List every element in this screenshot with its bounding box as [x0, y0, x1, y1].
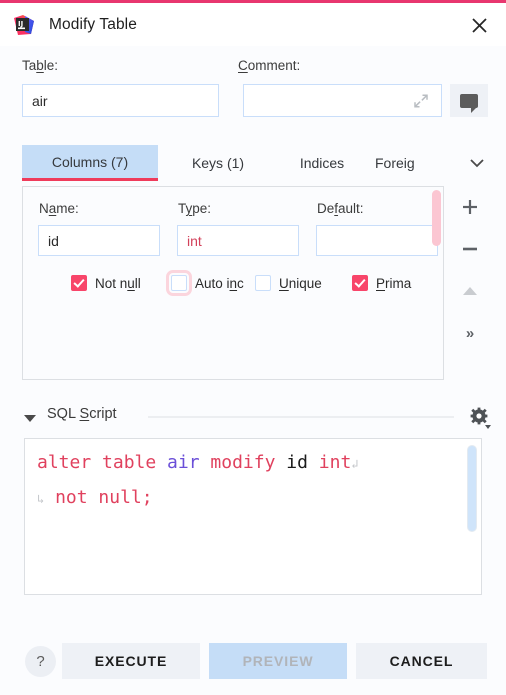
sql-token-column-name: id	[286, 452, 308, 473]
add-column-button[interactable]	[452, 192, 488, 222]
svg-text:IJ: IJ	[18, 20, 23, 28]
gear-icon[interactable]	[468, 406, 492, 430]
column-default-header: Default:	[317, 201, 364, 216]
checkbox-primary-key-box[interactable]	[352, 275, 368, 291]
tab-keys-label: Keys (1)	[191, 155, 245, 171]
column-name-input[interactable]	[38, 225, 160, 256]
checkbox-unique-box[interactable]	[255, 275, 271, 291]
table-label: Table:	[22, 58, 59, 73]
close-icon[interactable]	[466, 12, 492, 38]
preview-button[interactable]: PREVIEW	[209, 643, 347, 679]
sql-editor-scrollbar-thumb[interactable]	[467, 445, 477, 532]
column-type-header: Type:	[178, 201, 212, 216]
tab-columns-label: Columns (7)	[51, 153, 129, 170]
checkbox-primary-key-label: Prima	[376, 275, 412, 291]
help-button[interactable]: ?	[25, 646, 56, 677]
remove-column-button[interactable]	[452, 234, 488, 264]
title-bar: IJ Modify Table	[0, 3, 506, 46]
tab-foreign-keys[interactable]: Foreig	[375, 145, 445, 181]
tab-indices-label: Indices	[299, 155, 345, 171]
sql-token-int: int	[307, 452, 352, 473]
table-name-input[interactable]	[22, 84, 219, 117]
comment-bubble-icon[interactable]	[450, 84, 488, 117]
checkbox-not-null-box[interactable]	[71, 275, 87, 291]
tab-bar: Columns (7) Keys (1) Indices Foreig	[0, 145, 506, 183]
window-title: Modify Table	[49, 15, 137, 33]
checkbox-unique-label: Unique	[279, 275, 322, 291]
checkbox-unique[interactable]: Unique	[255, 275, 322, 291]
chevron-down-icon[interactable]	[466, 153, 488, 173]
column-name-header: Name:	[39, 201, 79, 216]
sql-token-alter-table: alter table	[37, 452, 168, 473]
checkbox-auto-inc-box[interactable]	[166, 270, 192, 296]
sql-token-table-name: air	[167, 452, 200, 473]
checkbox-auto-inc-label: Auto inc	[195, 275, 244, 291]
expand-icon[interactable]	[413, 93, 429, 109]
sql-script-header: SQL Script	[0, 404, 506, 436]
column-flags-row: Not null Auto inc Unique Prima	[23, 270, 443, 309]
sql-script-title: SQL Script	[47, 406, 117, 422]
sql-token-modify: modify	[199, 452, 287, 473]
column-default-input[interactable]	[316, 225, 438, 256]
sql-code: alter table air modify id int↲ ↳ not nul…	[25, 439, 481, 516]
execute-button[interactable]: EXECUTE	[62, 643, 200, 679]
sql-editor-scrollbar[interactable]	[467, 445, 477, 590]
sql-header-divider	[148, 416, 454, 418]
columns-panel-scrollbar[interactable]	[432, 190, 441, 378]
checkbox-not-null-label: Not null	[95, 275, 141, 291]
move-up-button[interactable]	[452, 276, 488, 306]
more-options-button[interactable]: »	[452, 318, 488, 348]
dialog-content: Table: Comment: Columns (7) Keys (1) Ind…	[0, 46, 506, 658]
tab-keys[interactable]: Keys (1)	[168, 145, 268, 181]
intellij-idea-icon: IJ	[13, 14, 35, 36]
checkbox-auto-inc[interactable]: Auto inc	[166, 270, 244, 296]
checkbox-primary-key[interactable]: Prima	[352, 275, 411, 291]
dialog-footer: ? EXECUTE PREVIEW CANCEL	[0, 628, 506, 695]
tab-indices[interactable]: Indices	[277, 145, 367, 181]
cancel-button[interactable]: CANCEL	[356, 643, 487, 679]
comment-label: Comment:	[238, 58, 301, 73]
columns-panel: Name: Type: Default: Not null Auto inc U…	[22, 186, 444, 380]
sql-script-editor[interactable]: alter table air modify id int↲ ↳ not nul…	[24, 438, 482, 595]
checkbox-not-null[interactable]: Not null	[71, 275, 141, 291]
sql-token-not-null: not null;	[55, 487, 153, 508]
column-type-input[interactable]	[177, 225, 299, 256]
columns-toolbar: »	[452, 186, 492, 380]
tab-columns[interactable]: Columns (7)	[22, 145, 158, 181]
wrap-marker-end-icon: ↲	[351, 457, 359, 471]
columns-panel-scrollbar-thumb[interactable]	[432, 190, 441, 246]
triangle-down-icon[interactable]	[24, 415, 36, 422]
wrap-marker-start-icon: ↳	[37, 492, 45, 506]
tab-foreign-keys-label: Foreig	[375, 155, 415, 171]
chevron-double-right-icon: »	[465, 324, 475, 342]
